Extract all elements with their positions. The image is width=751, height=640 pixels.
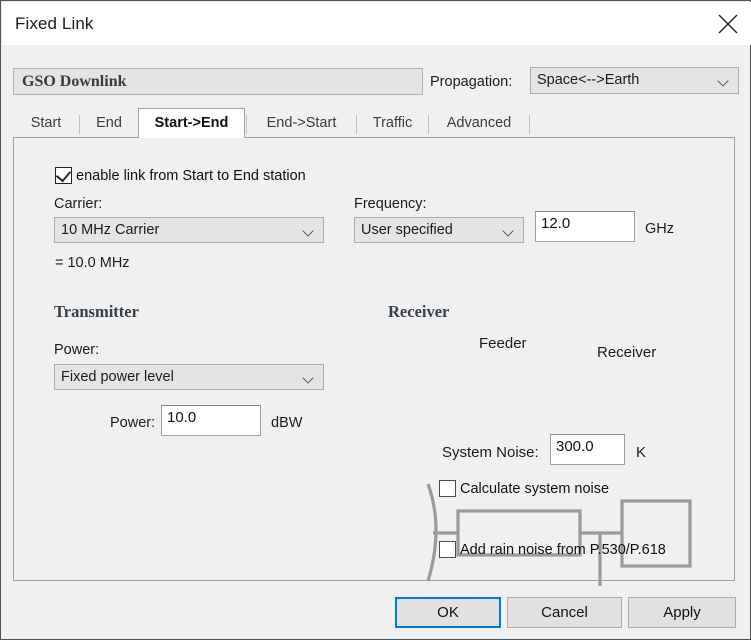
transmitter-heading: Transmitter	[54, 302, 139, 321]
dialog-window: Fixed Link GSO Downlink Propagation: Spa…	[0, 0, 751, 640]
tx-power-label: Power:	[54, 342, 100, 358]
link-name-field[interactable]: GSO Downlink	[13, 68, 423, 95]
calculate-system-noise-label: Calculate system noise	[460, 481, 610, 497]
close-icon[interactable]	[705, 2, 751, 45]
frequency-mode-select[interactable]: User specified	[354, 217, 524, 243]
carrier-value: 10 MHz Carrier	[61, 222, 160, 238]
tab-end[interactable]: End	[80, 109, 138, 138]
tab-start[interactable]: Start	[13, 109, 79, 138]
tx-power-unit: dBW	[271, 415, 303, 431]
tab-separator	[529, 115, 530, 134]
carrier-bandwidth-note: = 10.0 MHz	[55, 255, 130, 271]
carrier-select[interactable]: 10 MHz Carrier	[54, 217, 324, 243]
enable-link-checkbox[interactable]	[55, 166, 72, 184]
tx-power-mode-value: Fixed power level	[61, 369, 174, 385]
propagation-value: Space<-->Earth	[537, 72, 640, 88]
ok-button[interactable]: OK	[395, 597, 501, 628]
apply-button-label: Apply	[663, 604, 701, 621]
tab-end-to-start[interactable]: End->Start	[247, 109, 356, 138]
close-glyph	[718, 14, 738, 34]
chevron-down-icon	[719, 77, 730, 84]
receiver-box-label: Receiver	[597, 344, 657, 361]
tab-panel-start-to-end: enable link from Start to End station Ca…	[13, 137, 735, 586]
add-rain-noise-checkbox[interactable]	[439, 541, 456, 558]
system-noise-value: 300.0	[556, 438, 594, 455]
frequency-mode-value: User specified	[361, 222, 453, 238]
tx-power-value-label: Power:	[110, 415, 156, 431]
check-icon	[55, 166, 72, 183]
system-noise-input[interactable]: 300.0	[550, 434, 625, 465]
tab-traffic[interactable]: Traffic	[357, 109, 428, 138]
enable-link-label: enable link from Start to End station	[76, 168, 306, 184]
tx-power-mode-select[interactable]: Fixed power level	[54, 364, 324, 390]
carrier-label: Carrier:	[54, 196, 103, 212]
chevron-down-icon	[504, 227, 515, 234]
calculate-system-noise-checkbox[interactable]	[439, 480, 456, 497]
feeder-label: Feeder	[479, 335, 527, 352]
frequency-unit: GHz	[645, 221, 674, 237]
chevron-down-icon	[304, 374, 315, 381]
window-title: Fixed Link	[15, 14, 94, 33]
add-rain-noise-label: Add rain noise from P.530/P.618	[460, 542, 666, 558]
ok-button-label: OK	[437, 604, 459, 621]
chevron-down-icon	[304, 227, 315, 234]
propagation-select[interactable]: Space<-->Earth	[530, 67, 739, 94]
tx-power-value: 10.0	[167, 409, 197, 426]
receiver-heading: Receiver	[388, 302, 450, 321]
apply-button[interactable]: Apply	[628, 597, 736, 628]
cancel-button-label: Cancel	[541, 604, 588, 621]
cancel-button[interactable]: Cancel	[507, 597, 622, 628]
title-bar: Fixed Link	[2, 2, 751, 45]
frequency-value: 12.0	[541, 215, 571, 232]
propagation-label: Propagation:	[430, 74, 513, 90]
tab-start-to-end[interactable]: Start->End	[138, 108, 245, 138]
frequency-label: Frequency:	[354, 196, 427, 212]
frequency-input[interactable]: 12.0	[535, 211, 635, 242]
system-noise-unit: K	[636, 444, 647, 461]
tab-advanced[interactable]: Advanced	[429, 109, 529, 138]
system-noise-label: System Noise:	[442, 444, 539, 461]
tab-strip: Start End Start->End End->Start Traffic …	[13, 108, 735, 138]
tx-power-input[interactable]: 10.0	[161, 405, 261, 436]
